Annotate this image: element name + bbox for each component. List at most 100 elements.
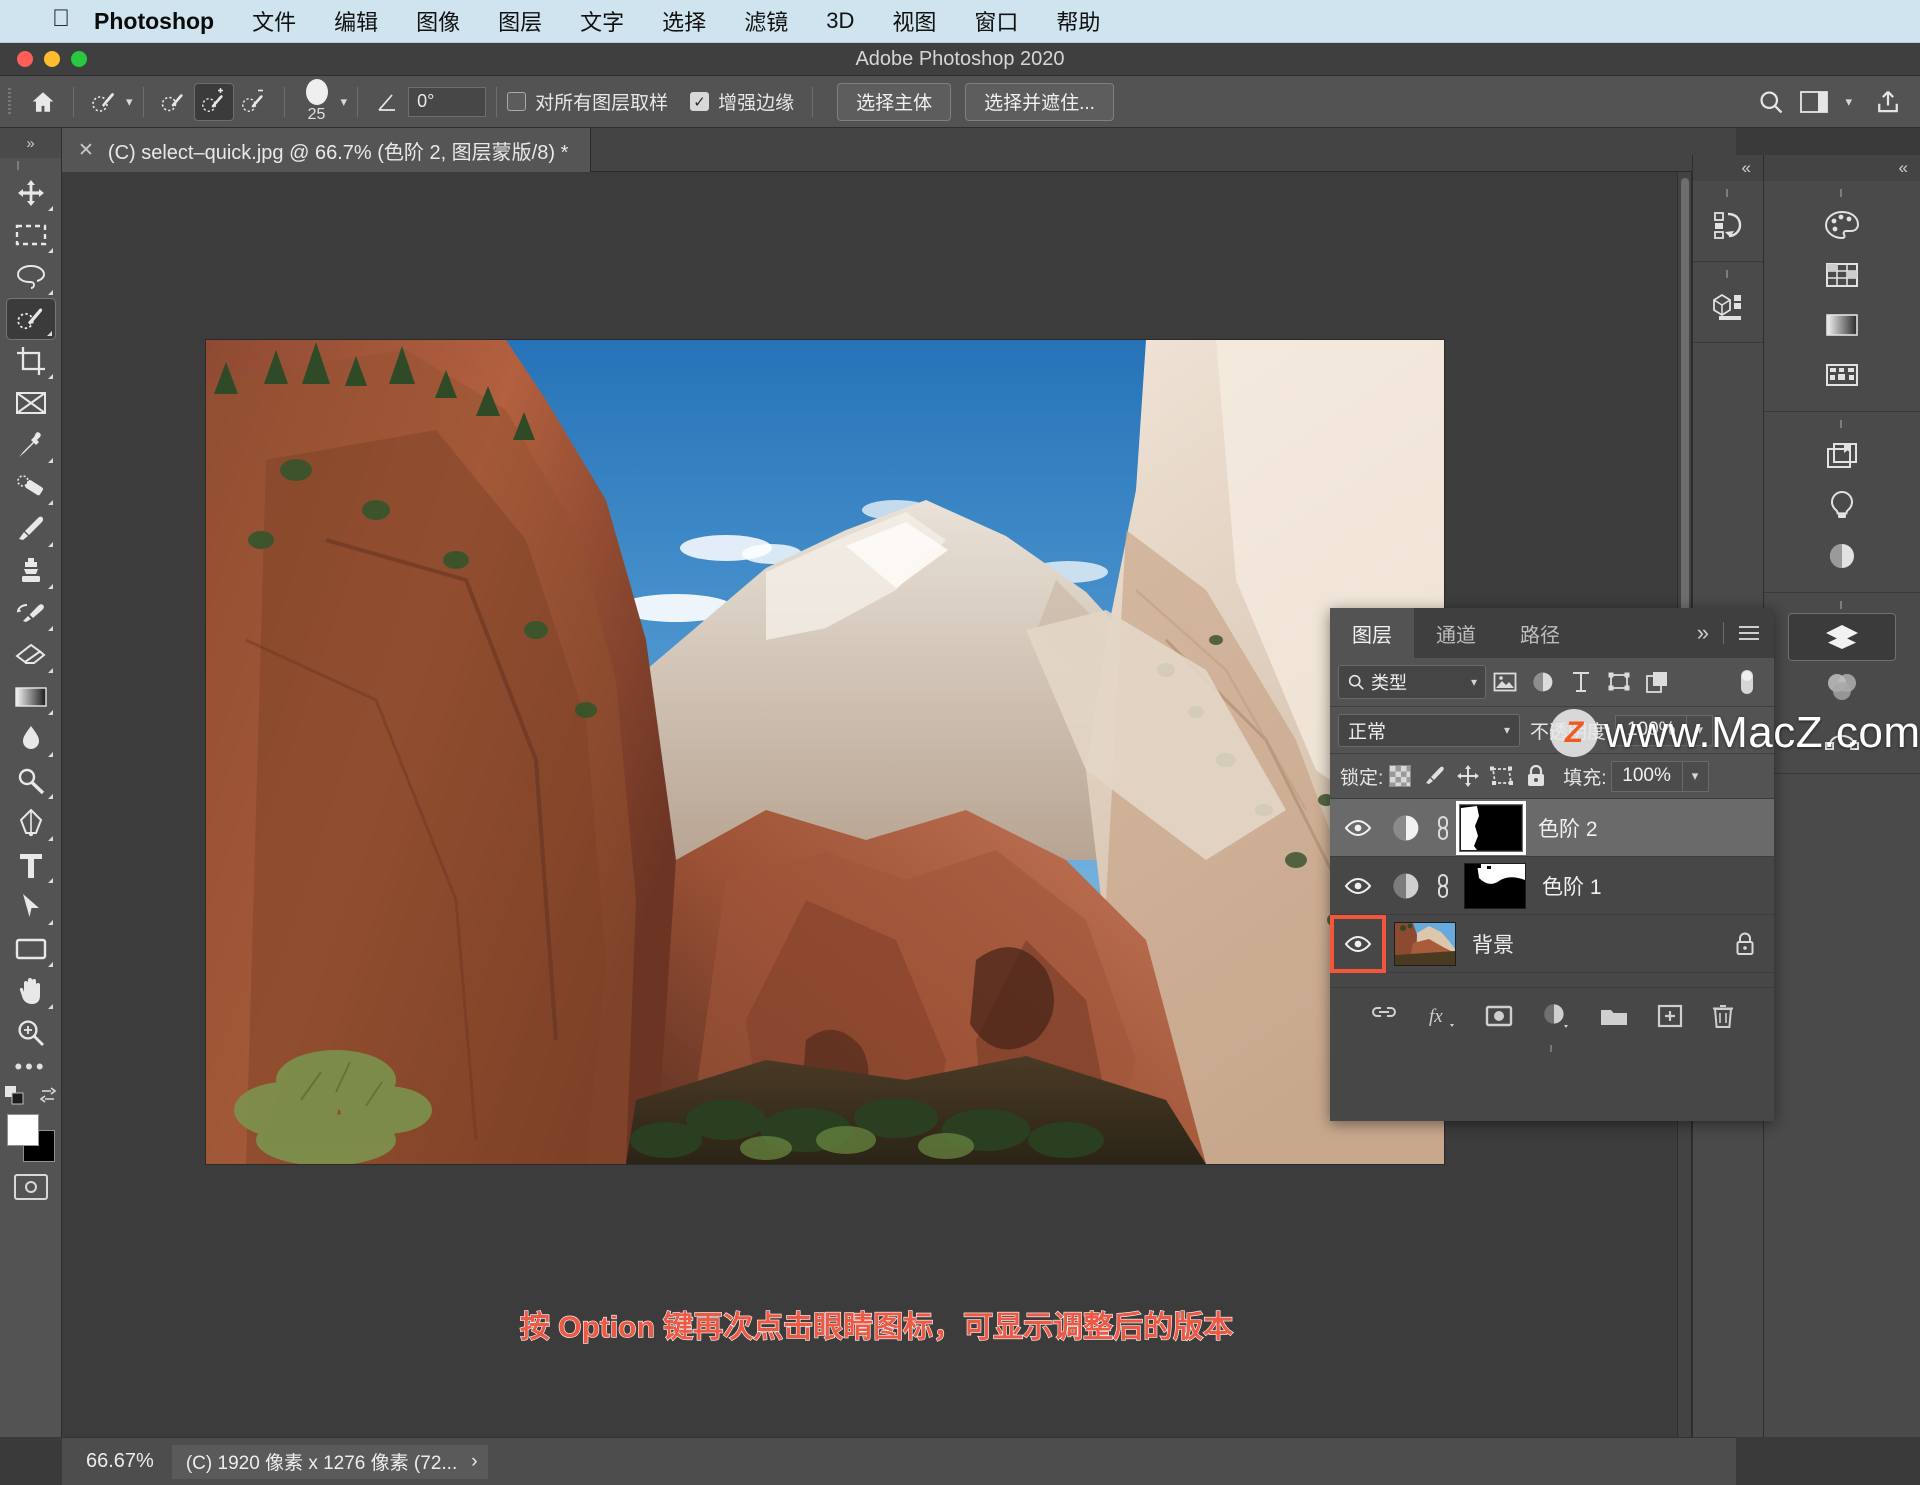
layers-panel-icon[interactable] [1788, 613, 1896, 661]
layer-name[interactable]: 背景 [1472, 929, 1514, 959]
menu-item-view[interactable]: 视图 [892, 5, 936, 37]
clone-stamp-tool[interactable] [6, 550, 56, 592]
angle-input[interactable]: 0° [408, 86, 487, 117]
adjustments-panel-icon[interactable] [1815, 482, 1869, 530]
swap-colors-icon[interactable] [39, 1086, 57, 1106]
layer-visibility-toggle[interactable] [1330, 799, 1386, 857]
tool-preset-quick-selection-icon[interactable] [84, 83, 124, 121]
tool-preset-chevron-down-icon[interactable]: ▾ [126, 94, 133, 110]
layer-name[interactable]: 色阶 1 [1542, 871, 1602, 901]
shape-filter-icon[interactable] [1600, 665, 1638, 699]
color-swatches[interactable] [5, 1112, 57, 1164]
rectangle-tool[interactable] [6, 928, 56, 970]
dock-group-grip[interactable] [1764, 599, 1920, 611]
layer-thumbnail[interactable] [1394, 921, 1456, 966]
new-layer-button[interactable] [1657, 1004, 1683, 1028]
add-mask-button[interactable] [1485, 1005, 1513, 1027]
menu-item-select[interactable]: 选择 [662, 5, 706, 37]
apple-logo-icon[interactable]:  [52, 7, 70, 31]
options-bar-grip[interactable] [6, 87, 16, 116]
move-tool[interactable] [6, 172, 56, 214]
selection-add-icon[interactable] [193, 82, 234, 121]
healing-brush-tool[interactable] [6, 466, 56, 508]
share-icon[interactable] [1874, 88, 1902, 116]
document-image[interactable] [206, 340, 1444, 1164]
search-icon[interactable] [1757, 88, 1785, 116]
patterns-panel-icon[interactable] [1815, 351, 1869, 399]
link-layers-button[interactable] [1369, 1006, 1399, 1026]
layers-panel-resize-grip[interactable] [1330, 1043, 1774, 1053]
swatches-panel-icon[interactable] [1815, 251, 1869, 299]
zoom-tool[interactable] [6, 1012, 56, 1054]
opacity-input[interactable]: 100% [1615, 714, 1688, 746]
lock-image-icon[interactable] [1417, 760, 1451, 792]
fill-input[interactable]: 100% [1610, 760, 1683, 792]
hand-tool[interactable] [6, 970, 56, 1012]
new-group-button[interactable] [1599, 1005, 1629, 1027]
path-selection-tool[interactable] [6, 886, 56, 928]
smart-object-filter-icon[interactable] [1638, 665, 1676, 699]
dock-group-grip[interactable] [1693, 268, 1763, 280]
lock-position-icon[interactable] [1451, 760, 1485, 792]
pixel-filter-icon[interactable] [1486, 665, 1524, 699]
brush-tool[interactable] [6, 508, 56, 550]
pen-tool[interactable] [6, 802, 56, 844]
dodge-tool[interactable] [6, 760, 56, 802]
minimize-window-button[interactable] [44, 51, 60, 67]
tab-channels[interactable]: 通道 [1414, 608, 1498, 658]
document-tab[interactable]: ✕ (C) select–quick.jpg @ 66.7% (色阶 2, 图层… [62, 128, 592, 172]
default-colors-icon[interactable] [4, 1086, 25, 1106]
dock-group-grip[interactable] [1764, 418, 1920, 430]
menu-item-help[interactable]: 帮助 [1056, 5, 1100, 37]
select-subject-button[interactable]: 选择主体 [837, 82, 952, 121]
toolbar-grip[interactable] [0, 158, 61, 172]
paths-panel-icon[interactable] [1815, 713, 1869, 761]
window-controls[interactable] [17, 51, 87, 67]
link-mask-icon[interactable] [1426, 813, 1460, 843]
brush-size-preview[interactable]: 25 [295, 79, 339, 124]
quick-mask-icon[interactable] [13, 1174, 48, 1200]
new-adjustment-layer-button[interactable] [1541, 1002, 1571, 1030]
lock-all-icon[interactable] [1519, 760, 1553, 792]
selection-subtract-icon[interactable] [234, 83, 274, 121]
3d-panel-icon[interactable] [1701, 282, 1755, 330]
filter-type-select[interactable]: 类型 ▾ [1338, 665, 1486, 699]
table-row[interactable]: 背景 [1330, 914, 1774, 973]
brush-chevron-down-icon[interactable]: ▾ [341, 94, 348, 110]
lasso-tool[interactable] [6, 256, 56, 298]
channels-panel-icon[interactable] [1815, 663, 1869, 711]
home-icon[interactable] [23, 83, 63, 121]
dock-group-grip[interactable] [1693, 187, 1763, 199]
sample-all-layers-checkbox[interactable]: 对所有图层取样 [507, 88, 668, 115]
adjustment-layer-thumbnail[interactable] [1386, 870, 1426, 902]
enhance-edge-checkbox[interactable]: ✓ 增强边缘 [690, 88, 794, 115]
blur-tool[interactable] [6, 718, 56, 760]
layer-visibility-toggle[interactable] [1330, 857, 1386, 915]
filter-toggle-icon[interactable] [1728, 665, 1766, 699]
quick-selection-tool[interactable] [5, 298, 56, 340]
panel-menu-icon[interactable] [1738, 625, 1760, 641]
libraries-panel-icon[interactable] [1815, 432, 1869, 480]
chevrons-right-icon[interactable]: » [1697, 620, 1709, 646]
marquee-tool[interactable] [6, 214, 56, 256]
dock-group-grip[interactable] [1764, 187, 1920, 199]
table-row[interactable]: 色阶 2 [1330, 799, 1774, 857]
close-window-button[interactable] [17, 51, 33, 67]
menu-item-window[interactable]: 窗口 [974, 5, 1018, 37]
chevron-right-icon[interactable]: › [471, 1451, 477, 1473]
tab-layers[interactable]: 图层 [1330, 608, 1414, 658]
type-filter-icon[interactable] [1562, 665, 1600, 699]
selection-new-icon[interactable] [154, 83, 194, 121]
opacity-stepper[interactable]: ▾ [1687, 714, 1714, 746]
foreground-color-swatch[interactable] [6, 1114, 39, 1146]
select-and-mask-button[interactable]: 选择并遮住... [965, 82, 1114, 121]
adjustment-filter-icon[interactable] [1524, 665, 1562, 699]
document-info[interactable]: (C) 1920 像素 x 1276 像素 (72... › [171, 1444, 488, 1479]
properties-panel-icon[interactable] [1815, 532, 1869, 580]
toolbar-collapse-button[interactable]: » [0, 128, 61, 158]
history-brush-tool[interactable] [6, 592, 56, 634]
fill-stepper[interactable]: ▾ [1682, 760, 1709, 792]
menu-item-type[interactable]: 文字 [580, 5, 624, 37]
layer-style-button[interactable]: fx [1427, 1002, 1457, 1030]
layer-mask-thumbnail[interactable] [1464, 862, 1526, 909]
